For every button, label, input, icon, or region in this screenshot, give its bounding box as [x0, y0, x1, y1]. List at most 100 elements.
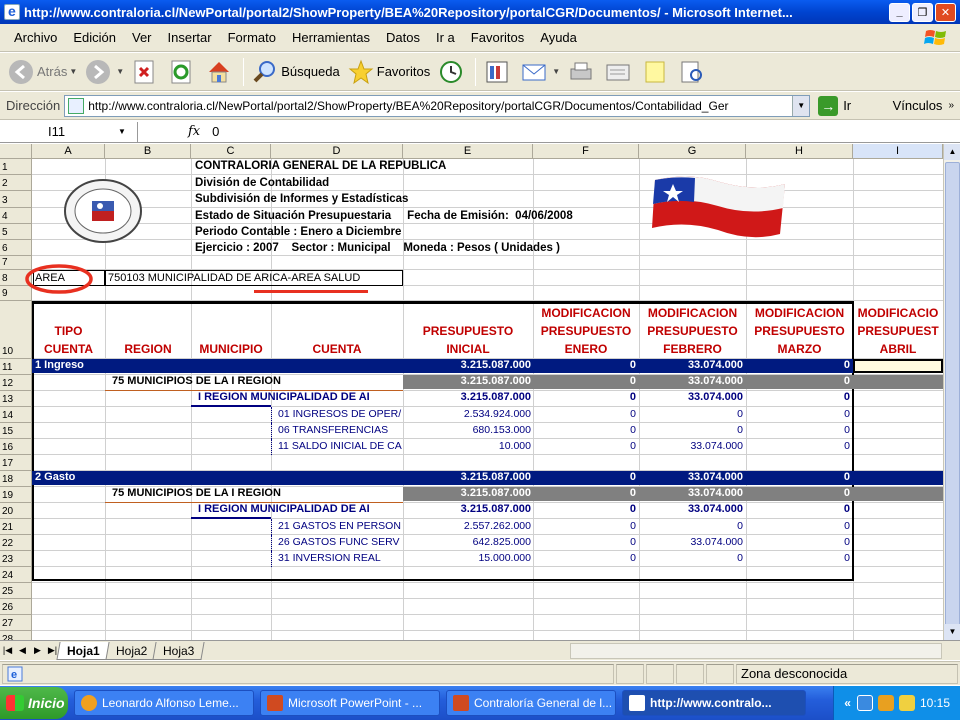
- row-header-24[interactable]: 24: [0, 567, 32, 583]
- row-header-4[interactable]: 4: [0, 208, 32, 224]
- menu-datos[interactable]: Datos: [378, 30, 428, 45]
- history-button[interactable]: [434, 56, 471, 88]
- column-header-e[interactable]: E: [403, 144, 533, 159]
- gridline-h: [32, 223, 943, 224]
- row-header-14[interactable]: 14: [0, 407, 32, 423]
- menu-ayuda[interactable]: Ayuda: [532, 30, 585, 45]
- fx-icon[interactable]: fx: [188, 124, 200, 139]
- spreadsheet[interactable]: A B C D E F G H I 1 2 3 4 5 6 7 8 9 10 11 12 13 14 15 1…: [0, 144, 960, 640]
- row-header-26[interactable]: 26: [0, 599, 32, 615]
- row-header-13[interactable]: 13: [0, 391, 32, 407]
- row-header-16[interactable]: 16: [0, 439, 32, 455]
- network-icon[interactable]: [856, 695, 873, 711]
- home-button[interactable]: [202, 56, 239, 88]
- row-header-5[interactable]: 5: [0, 224, 32, 240]
- row-header-22[interactable]: 22: [0, 535, 32, 551]
- row-header-11[interactable]: 11: [0, 359, 32, 375]
- column-header-g[interactable]: G: [639, 144, 746, 159]
- research-button[interactable]: [480, 56, 517, 88]
- close-button[interactable]: ✕: [935, 2, 956, 22]
- horizontal-scrollbar[interactable]: [570, 643, 942, 659]
- column-header-a[interactable]: A: [32, 144, 105, 159]
- tools-button[interactable]: [675, 56, 712, 88]
- stop-button[interactable]: [128, 56, 165, 88]
- edit-button[interactable]: [601, 56, 638, 88]
- column-header-d[interactable]: D: [271, 144, 403, 159]
- task-ie-active[interactable]: http://www.contralo...: [622, 690, 806, 716]
- row-header-28[interactable]: 28: [0, 631, 32, 640]
- row-header-23[interactable]: 23: [0, 551, 32, 567]
- scroll-up-icon[interactable]: ▲: [944, 144, 960, 160]
- scroll-down-icon[interactable]: ▼: [944, 624, 960, 640]
- row-header-17[interactable]: 17: [0, 455, 32, 471]
- row-header-2[interactable]: 2: [0, 175, 32, 191]
- row-header-1[interactable]: 1: [0, 159, 32, 175]
- ingreso-region-feb: 33.074.000: [687, 375, 743, 387]
- links-button[interactable]: Vínculos »: [893, 98, 960, 113]
- task-powerpoint[interactable]: Microsoft PowerPoint - ...: [260, 690, 440, 716]
- row-header-10[interactable]: 10: [0, 301, 32, 359]
- column-header-c[interactable]: C: [191, 144, 271, 159]
- row-header-12[interactable]: 12: [0, 375, 32, 391]
- svg-text:e: e: [11, 669, 17, 681]
- maximize-button[interactable]: ❐: [912, 2, 933, 22]
- annotation-underline: [254, 290, 368, 293]
- vertical-scrollbar[interactable]: ▲ ▼: [943, 144, 960, 640]
- first-sheet-icon[interactable]: |◀: [0, 645, 15, 656]
- notes-button[interactable]: [638, 56, 675, 88]
- menu-ver[interactable]: Ver: [124, 30, 160, 45]
- next-sheet-icon[interactable]: ▶: [30, 645, 45, 656]
- menu-edicion[interactable]: Edición: [65, 30, 124, 45]
- tab-hoja1[interactable]: Hoja1: [56, 641, 111, 660]
- task-leonardo[interactable]: Leonardo Alfonso Leme...: [74, 690, 254, 716]
- scroll-thumb[interactable]: [945, 162, 960, 628]
- menu-archivo[interactable]: Archivo: [6, 30, 65, 45]
- tray-chevron-icon[interactable]: «: [844, 696, 851, 710]
- search-button[interactable]: Búsqueda: [248, 56, 344, 88]
- ingreso-item-marzo: 0: [844, 424, 850, 436]
- shield-icon[interactable]: [877, 695, 894, 711]
- row-header-6[interactable]: 6: [0, 240, 32, 256]
- tab-hoja2[interactable]: Hoja2: [105, 641, 158, 660]
- menu-formato[interactable]: Formato: [220, 30, 284, 45]
- row-header-19[interactable]: 19: [0, 487, 32, 503]
- minimize-button[interactable]: _: [889, 2, 910, 22]
- chevron-down-icon[interactable]: ▼: [118, 127, 126, 136]
- formula-input[interactable]: 0: [212, 124, 219, 139]
- title-bar: http://www.contraloria.cl/NewPortal/port…: [0, 0, 960, 24]
- menu-ir-a[interactable]: Ir a: [428, 30, 463, 45]
- row-header-25[interactable]: 25: [0, 583, 32, 599]
- refresh-button[interactable]: [165, 56, 202, 88]
- column-header-i[interactable]: I: [853, 144, 943, 159]
- selected-cell-i11[interactable]: [853, 359, 943, 373]
- ingreso-item-marzo: 0: [844, 440, 850, 452]
- menu-herramientas[interactable]: Herramientas: [284, 30, 378, 45]
- start-button[interactable]: Inicio: [0, 687, 68, 719]
- row-header-21[interactable]: 21: [0, 519, 32, 535]
- back-button[interactable]: Atrás ▼: [4, 56, 81, 88]
- row-header-18[interactable]: 18: [0, 471, 32, 487]
- select-all-corner[interactable]: [0, 144, 32, 159]
- task-contraloria[interactable]: Contraloría General de l...: [446, 690, 616, 716]
- print-button[interactable]: [564, 56, 601, 88]
- column-header-f[interactable]: F: [533, 144, 639, 159]
- prev-sheet-icon[interactable]: ◀: [15, 645, 30, 656]
- tab-hoja3[interactable]: Hoja3: [152, 641, 205, 660]
- row-header-15[interactable]: 15: [0, 423, 32, 439]
- menu-favoritos[interactable]: Favoritos: [463, 30, 532, 45]
- address-input[interactable]: http://www.contraloria.cl/NewPortal/port…: [64, 94, 811, 117]
- address-dropdown-icon[interactable]: ▼: [792, 95, 810, 116]
- row-header-20[interactable]: 20: [0, 503, 32, 519]
- row-header-3[interactable]: 3: [0, 191, 32, 208]
- name-box[interactable]: I11 ▼: [0, 121, 138, 142]
- forward-button[interactable]: ▼: [81, 56, 128, 88]
- go-button[interactable]: → Ir: [818, 95, 851, 116]
- favorites-button[interactable]: Favoritos: [344, 56, 434, 88]
- mail-button[interactable]: ▼: [517, 56, 564, 88]
- menu-insertar[interactable]: Insertar: [160, 30, 220, 45]
- col-title-marzo: MODIFICACION PRESUPUESTO MARZO: [754, 306, 845, 356]
- hand-icon[interactable]: [898, 695, 915, 711]
- column-header-b[interactable]: B: [105, 144, 191, 159]
- row-header-27[interactable]: 27: [0, 615, 32, 631]
- column-header-h[interactable]: H: [746, 144, 853, 159]
